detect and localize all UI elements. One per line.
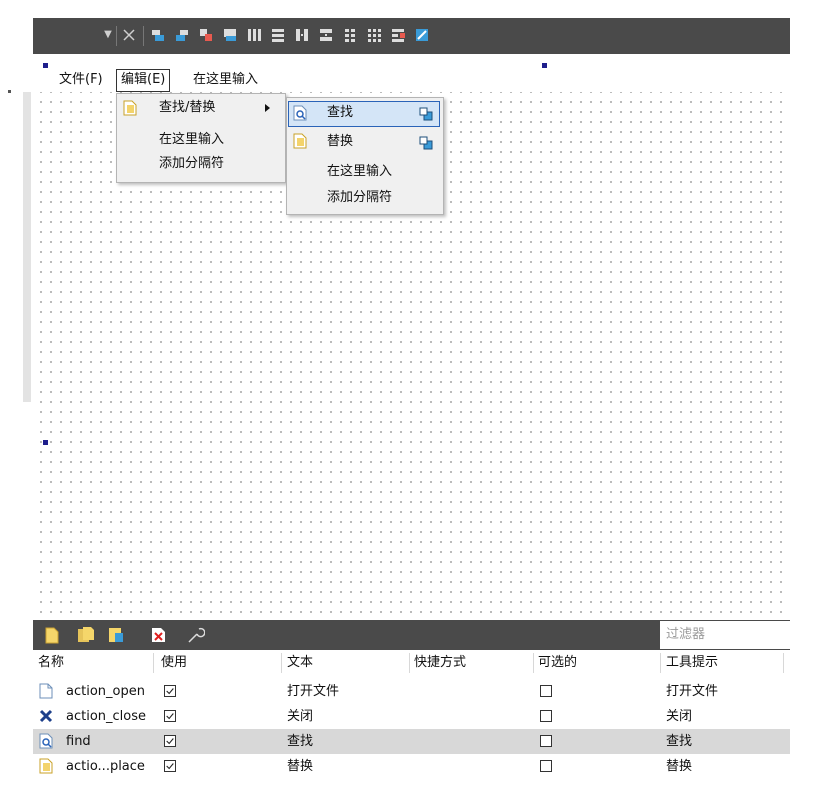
submenu-item-replace[interactable]: 替换 <box>327 130 353 154</box>
column-header-checkable[interactable]: 可选的 <box>538 650 577 676</box>
copy-action-icon[interactable] <box>77 626 95 644</box>
menu-edit[interactable]: 编辑(E) <box>116 69 171 92</box>
checkable-checkbox[interactable] <box>540 760 552 772</box>
column-divider[interactable] <box>533 653 534 673</box>
filter-input[interactable]: 过滤器 <box>660 621 790 649</box>
find-replace-submenu: 查找 替换 在这里输入 添加分隔符 <box>286 97 444 215</box>
find-icon <box>293 105 307 121</box>
action-tooltip: 打开文件 <box>666 684 719 699</box>
menu-item-type-here[interactable]: 在这里输入 <box>159 128 224 152</box>
menu-item-add-separator[interactable]: 添加分隔符 <box>159 152 224 176</box>
column-header-shortcut[interactable]: 快捷方式 <box>414 650 466 676</box>
break-layout-icon[interactable] <box>390 27 406 43</box>
action-name: actio...place <box>66 759 145 774</box>
layout-grid-icon[interactable] <box>366 27 382 43</box>
action-text: 打开文件 <box>287 684 340 699</box>
selection-handle[interactable] <box>43 440 48 445</box>
submenu-item-add-separator[interactable]: 添加分隔符 <box>327 186 392 210</box>
align-top-icon[interactable] <box>198 27 214 43</box>
edit-menu: 查找/替换 在这里输入 添加分隔符 <box>116 93 286 183</box>
align-right-icon[interactable] <box>174 27 190 43</box>
action-tooltip: 关闭 <box>666 709 693 724</box>
replace-icon <box>293 133 307 149</box>
toolbar-dropdown-arrow[interactable]: ▼ <box>101 27 115 43</box>
move-action-icon[interactable] <box>419 106 433 122</box>
column-divider[interactable] <box>409 653 410 673</box>
submenu-item-type-here[interactable]: 在这里输入 <box>327 160 392 184</box>
column-header-used[interactable]: 使用 <box>161 650 187 676</box>
layout-v-splitter-icon[interactable] <box>318 27 334 43</box>
action-name: action_open <box>66 684 145 699</box>
menu-file[interactable]: 文件(F) <box>55 69 107 90</box>
paste-action-icon[interactable] <box>107 626 125 644</box>
menu-type-here[interactable]: 在这里输入 <box>189 69 262 90</box>
checkable-checkbox[interactable] <box>540 685 552 697</box>
configure-wrench-icon[interactable] <box>185 625 205 645</box>
selection-handle[interactable] <box>542 63 547 68</box>
vertical-scrollbar[interactable] <box>23 92 31 402</box>
used-checkbox[interactable] <box>164 685 176 697</box>
submenu-arrow-icon <box>265 104 270 112</box>
action-tooltip: 查找 <box>666 734 693 749</box>
align-bottom-icon[interactable] <box>222 27 238 43</box>
close-x-icon[interactable] <box>121 27 137 43</box>
column-divider[interactable] <box>153 653 154 673</box>
toolbar-separator <box>143 26 144 46</box>
action-name: action_close <box>66 709 146 724</box>
align-left-icon[interactable] <box>150 27 166 43</box>
column-header-name[interactable]: 名称 <box>38 650 64 676</box>
table-row[interactable]: actio...place 替换 替换 <box>33 754 790 779</box>
action-text: 替换 <box>287 759 314 774</box>
column-divider[interactable] <box>783 653 784 673</box>
action-text: 查找 <box>287 734 314 749</box>
table-row[interactable]: action_close 关闭 关闭 <box>33 704 790 729</box>
new-action-icon[interactable] <box>45 627 59 644</box>
top-strip <box>0 0 823 18</box>
action-text: 关闭 <box>287 709 314 724</box>
menu-item-find-replace[interactable]: 查找/替换 <box>159 96 215 120</box>
submenu-item-find[interactable] <box>288 101 440 127</box>
toolbar-separator <box>116 26 117 46</box>
layout-vertical-icon[interactable] <box>270 27 286 43</box>
layout-horizontal-icon[interactable] <box>246 27 262 43</box>
move-action-icon[interactable] <box>419 135 433 151</box>
find-icon <box>39 733 53 749</box>
column-header-tooltip[interactable]: 工具提示 <box>666 650 718 676</box>
used-checkbox[interactable] <box>164 760 176 772</box>
table-row-selected[interactable]: find 查找 查找 <box>33 729 790 754</box>
layout-form-icon[interactable] <box>342 27 358 43</box>
close-x-icon <box>39 709 53 723</box>
used-checkbox[interactable] <box>164 710 176 722</box>
table-row[interactable]: action_open 打开文件 打开文件 <box>33 679 790 704</box>
gutter-mark <box>8 90 11 93</box>
used-checkbox[interactable] <box>164 735 176 747</box>
column-divider[interactable] <box>281 653 282 673</box>
form-toolbar: ▼ <box>33 18 790 54</box>
adjust-size-icon[interactable] <box>414 27 430 43</box>
file-icon <box>39 683 53 699</box>
column-divider[interactable] <box>660 653 661 673</box>
submenu-item-find-label: 查找 <box>327 105 354 120</box>
action-table-header: 名称 使用 文本 快捷方式 可选的 工具提示 <box>33 650 790 676</box>
delete-action-icon[interactable] <box>151 627 167 643</box>
column-header-text[interactable]: 文本 <box>287 650 313 676</box>
replace-icon <box>123 100 137 116</box>
layout-h-splitter-icon[interactable] <box>294 27 310 43</box>
checkable-checkbox[interactable] <box>540 710 552 722</box>
action-tooltip: 替换 <box>666 759 693 774</box>
checkable-checkbox[interactable] <box>540 735 552 747</box>
replace-icon <box>39 758 53 774</box>
action-name: find <box>66 734 91 749</box>
selection-handle[interactable] <box>43 63 48 68</box>
